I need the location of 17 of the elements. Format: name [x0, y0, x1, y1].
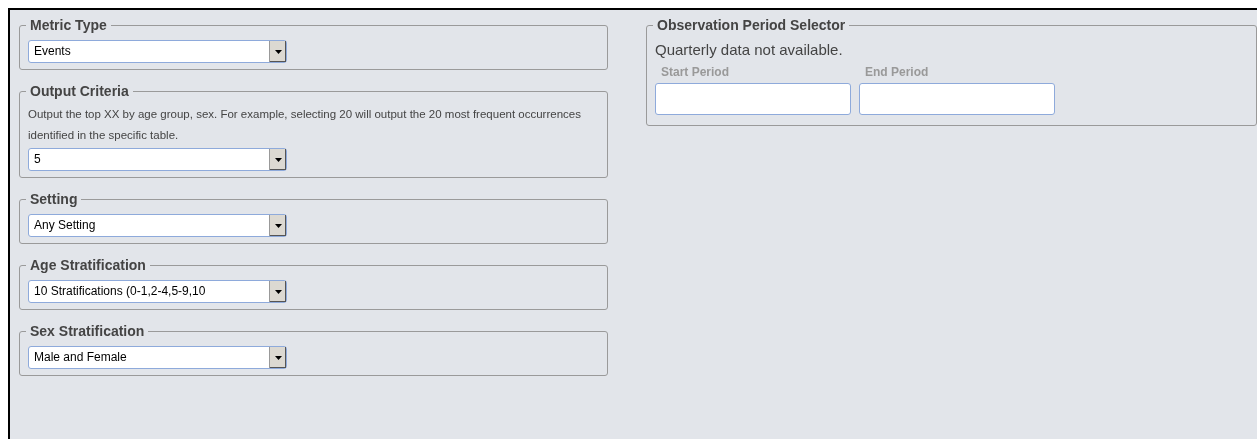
panel-description: Output the top XX by age group, sex. For example, selecting 20 will output the 20 most frequent occurrences identified in the specific table.	[28, 107, 582, 143]
period-field[interactable]	[859, 82, 1055, 115]
dropdown[interactable]: Any Setting	[28, 214, 287, 237]
panel-title: Observation Period Selector	[656, 16, 847, 35]
panel-title: Setting	[29, 190, 79, 209]
panel-title: Age Stratification	[29, 256, 147, 275]
dropdown[interactable]: Male and Female	[28, 346, 287, 369]
dropdown[interactable]: Events	[28, 40, 287, 63]
panel-title: Metric Type	[29, 16, 108, 35]
period-field[interactable]	[655, 82, 851, 115]
dropdown[interactable]: 10 Stratifications (0-1,2-4,5-9,10	[28, 280, 287, 303]
dropdown[interactable]: 5	[28, 148, 287, 171]
field-label: End Period	[864, 63, 930, 81]
field-label: Start Period	[660, 63, 730, 81]
availability-note: Quarterly data not available.	[655, 40, 844, 60]
panel-title: Sex Stratification	[29, 322, 146, 341]
panel-title: Output Criteria	[29, 82, 130, 101]
